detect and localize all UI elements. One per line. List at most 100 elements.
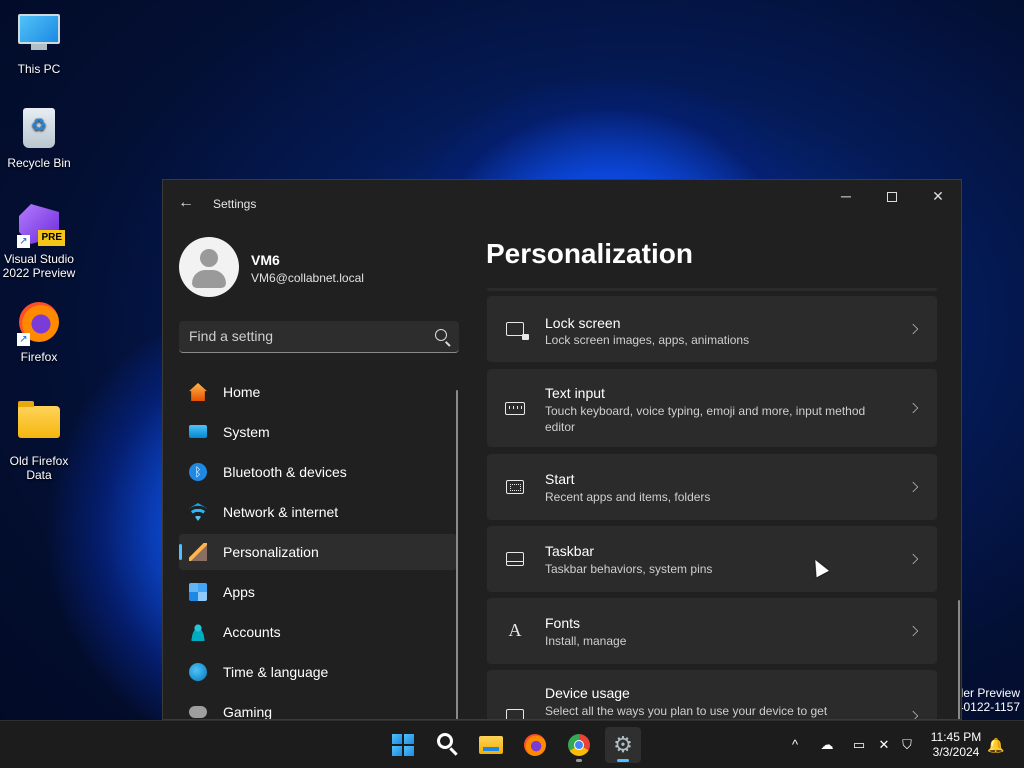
sidebar-item-personalization[interactable]: Personalization	[179, 534, 457, 570]
close-button[interactable]: ✕	[915, 180, 961, 212]
sidebar-scrollbar[interactable]	[456, 390, 458, 719]
desktop-icon-old-firefox-data[interactable]: Old Firefox Data	[0, 400, 78, 482]
maximize-button[interactable]	[869, 180, 915, 212]
clock-date: 3/3/2024	[932, 745, 980, 759]
sidebar-item-label: Time & language	[223, 664, 329, 680]
card-taskbar[interactable]: Taskbar Taskbar behaviors, system pins	[487, 526, 937, 592]
sidebar-item-label: Gaming	[223, 704, 273, 720]
taskbar: ⚙ ^ ☁ ▭ ✕ ⛉ 11:45 PM 3/3/2024 🔔	[0, 720, 1024, 768]
watermark-line: 40122-1157	[956, 700, 1020, 714]
firefox-icon: ↗	[17, 302, 61, 346]
volume-muted-icon[interactable]: ✕	[875, 736, 893, 754]
chevron-right-icon	[907, 481, 919, 493]
desktop-icon-label: This PC	[17, 62, 61, 76]
user-name: VM6	[251, 252, 280, 268]
start-button[interactable]	[385, 727, 421, 763]
desktop-icon-label: Firefox	[20, 350, 58, 364]
taskbar-clock[interactable]: 11:45 PM 3/3/2024	[928, 730, 984, 760]
back-arrow-icon[interactable]: ←	[177, 194, 195, 212]
chevron-right-icon	[907, 710, 919, 719]
content-scrollbar[interactable]	[958, 600, 960, 719]
card-partial	[487, 288, 937, 291]
card-title: Taskbar	[545, 543, 595, 559]
settings-app-button[interactable]: ⚙	[605, 727, 641, 763]
search-input[interactable]	[179, 321, 419, 351]
card-start[interactable]: Start Recent apps and items, folders	[487, 454, 937, 520]
card-description: Touch keyboard, voice typing, emoji and …	[545, 404, 866, 434]
system-icon	[189, 425, 207, 438]
firefox-button[interactable]	[517, 727, 553, 763]
chevron-right-icon	[907, 402, 919, 414]
firefox-icon	[524, 734, 546, 756]
search-box[interactable]	[179, 321, 459, 353]
sidebar-item-label: Apps	[223, 584, 255, 600]
network-icon[interactable]: ▭	[850, 736, 868, 754]
watermark-line: der Preview	[956, 686, 1020, 700]
chevron-right-icon	[907, 553, 919, 565]
chevron-right-icon	[907, 323, 919, 335]
sidebar-item-label: Network & internet	[223, 504, 339, 520]
folder-icon	[17, 401, 61, 450]
card-description: Install, manage	[545, 634, 627, 648]
card-lock-screen[interactable]: Lock screen Lock screen images, apps, an…	[487, 296, 937, 362]
onedrive-icon[interactable]: ☁	[818, 736, 836, 754]
desktop-icon-visual-studio[interactable]: PRE ↗ Visual Studio 2022 Preview	[0, 204, 78, 280]
sidebar-item-gaming[interactable]: Gaming	[179, 694, 457, 720]
sidebar-item-label: Accounts	[223, 624, 281, 640]
desktop-icon-label: Old Firefox Data	[9, 454, 69, 482]
card-title: Fonts	[545, 615, 581, 631]
card-text-input[interactable]: Text input Touch keyboard, voice typing,…	[487, 369, 937, 447]
card-title: Text input	[545, 385, 605, 401]
sidebar-item-accounts[interactable]: Accounts	[179, 614, 457, 650]
chevron-right-icon	[907, 625, 919, 637]
accounts-icon	[189, 623, 207, 641]
desktop-icon-firefox[interactable]: ↗ Firefox	[0, 302, 78, 364]
desktop-icon-label: Recycle Bin	[7, 156, 71, 170]
sidebar-item-apps[interactable]: Apps	[179, 574, 457, 610]
minimize-button[interactable]: ─	[823, 180, 869, 212]
wifi-icon	[189, 503, 207, 521]
notification-bell-icon[interactable]: 🔔	[987, 736, 1005, 754]
sidebar-item-system[interactable]: System	[179, 414, 457, 450]
title-bar[interactable]: ← Settings ─ ✕	[163, 180, 961, 226]
shortcut-arrow-icon: ↗	[17, 333, 30, 346]
app-title: Settings	[213, 197, 257, 211]
taskbar-icon	[505, 549, 525, 569]
apps-icon	[189, 583, 207, 601]
avatar[interactable]	[179, 237, 239, 297]
card-fonts[interactable]: A Fonts Install, manage	[487, 598, 937, 664]
chevron-up-icon[interactable]: ^	[786, 736, 804, 754]
bluetooth-icon: ᛒ	[189, 463, 207, 481]
start-icon	[505, 477, 525, 497]
card-title: Lock screen	[545, 315, 621, 331]
clock-time: 11:45 PM	[930, 730, 982, 744]
chrome-button[interactable]	[561, 727, 597, 763]
card-title: Device usage	[545, 685, 630, 701]
gamepad-icon	[189, 706, 207, 718]
monitor-icon	[17, 14, 61, 58]
sidebar-item-network[interactable]: Network & internet	[179, 494, 457, 530]
search-icon[interactable]	[435, 329, 447, 341]
home-icon	[189, 383, 207, 401]
visual-studio-icon: PRE ↗	[17, 204, 65, 248]
device-usage-icon	[505, 706, 525, 719]
card-title: Start	[545, 471, 575, 487]
card-device-usage[interactable]: Device usage Select all the ways you pla…	[487, 670, 937, 719]
keyboard-icon	[505, 398, 525, 418]
sidebar-item-label: System	[223, 424, 270, 440]
sidebar-item-time-language[interactable]: Time & language	[179, 654, 457, 690]
desktop-icon-recycle-bin[interactable]: Recycle Bin	[0, 108, 78, 170]
shortcut-arrow-icon: ↗	[17, 235, 30, 248]
taskbar-search-button[interactable]	[429, 727, 465, 763]
lock-screen-icon	[505, 319, 529, 340]
sidebar-item-label: Bluetooth & devices	[223, 464, 347, 480]
desktop-icon-label: Visual Studio 2022 Preview	[2, 252, 76, 280]
build-watermark: der Preview 40122-1157	[957, 686, 1020, 714]
sidebar-item-home[interactable]: Home	[179, 374, 457, 410]
desktop-icon-this-pc[interactable]: This PC	[0, 10, 78, 76]
security-shield-icon[interactable]: ⛉	[898, 736, 916, 754]
sidebar-item-label: Personalization	[223, 544, 319, 560]
sidebar-item-bluetooth[interactable]: ᛒ Bluetooth & devices	[179, 454, 457, 490]
settings-gear-icon: ⚙	[613, 732, 633, 757]
file-explorer-button[interactable]	[473, 727, 509, 763]
